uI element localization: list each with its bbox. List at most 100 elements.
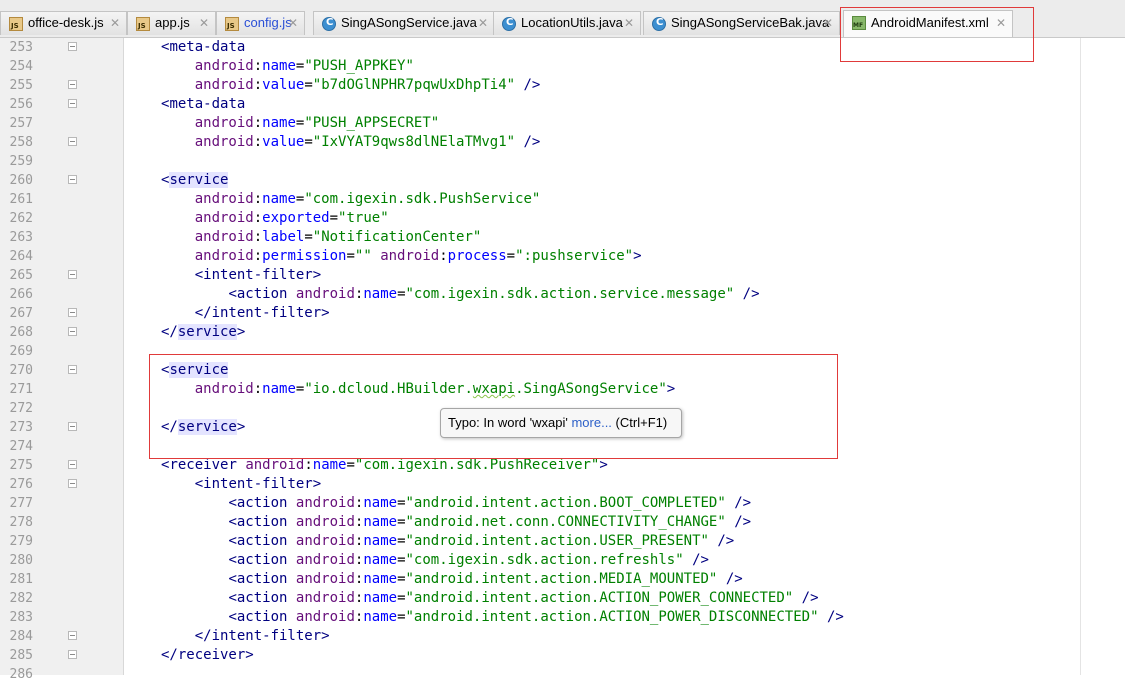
line-number: 270 — [9, 363, 33, 378]
code-line[interactable]: 284 </intent-filter> — [0, 627, 1125, 646]
fold-toggle-icon[interactable] — [68, 270, 77, 279]
close-tab-icon[interactable]: ✕ — [624, 12, 634, 34]
code-text: </receiver> — [161, 647, 254, 663]
code-text: <intent-filter> — [194, 476, 322, 492]
fold-end-icon[interactable] — [68, 80, 77, 89]
close-tab-icon[interactable]: ✕ — [823, 12, 833, 34]
code-line[interactable]: 265 <intent-filter> — [0, 266, 1125, 285]
line-number: 271 — [9, 382, 33, 397]
line-number: 278 — [9, 515, 33, 530]
code-line[interactable]: 257 android:name="PUSH_APPSECRET" — [0, 114, 1125, 133]
code-text: android:value="b7dOGlNPHR7pqwUxDhpTi4" /… — [194, 77, 541, 93]
line-number: 255 — [9, 78, 33, 93]
code-line[interactable]: 263 android:label="NotificationCenter" — [0, 228, 1125, 247]
tab-app-js[interactable]: app.js ✕ — [127, 11, 216, 35]
code-line[interactable]: 259 — [0, 152, 1125, 171]
code-line[interactable]: 278 <action android:name="android.net.co… — [0, 513, 1125, 532]
code-text: android:value="IxVYAT9qws8dlNElaTMvg1" /… — [194, 134, 541, 150]
line-number: 284 — [9, 629, 33, 644]
js-file-icon — [136, 17, 150, 31]
close-tab-icon[interactable]: ✕ — [110, 12, 120, 34]
code-line[interactable]: 260 <service — [0, 171, 1125, 190]
code-line[interactable]: 258 android:value="IxVYAT9qws8dlNElaTMvg… — [0, 133, 1125, 152]
fold-toggle-icon[interactable] — [68, 175, 77, 184]
tab-singasongservice-java[interactable]: SingASongService.java✕ — [313, 11, 495, 35]
code-line[interactable]: 268 </service> — [0, 323, 1125, 342]
code-line[interactable]: 280 <action android:name="com.igexin.sdk… — [0, 551, 1125, 570]
close-tab-icon[interactable]: ✕ — [199, 12, 209, 34]
close-tab-icon[interactable]: ✕ — [478, 12, 488, 34]
code-text: <action android:name="android.net.conn.C… — [228, 514, 752, 530]
code-text: android:permission="" android:process=":… — [194, 248, 642, 264]
line-number: 266 — [9, 287, 33, 302]
code-line[interactable]: 279 <action android:name="android.intent… — [0, 532, 1125, 551]
tab-label: config.js — [244, 15, 292, 30]
line-number: 279 — [9, 534, 33, 549]
java-class-icon — [652, 17, 666, 31]
line-number: 283 — [9, 610, 33, 625]
tab-label: SingASongService.java — [341, 15, 477, 30]
code-line[interactable]: 261 android:name="com.igexin.sdk.PushSer… — [0, 190, 1125, 209]
js-file-icon — [9, 17, 23, 31]
line-number: 268 — [9, 325, 33, 340]
line-number: 274 — [9, 439, 33, 454]
tab-label: LocationUtils.java — [521, 15, 623, 30]
fold-toggle-icon[interactable] — [68, 479, 77, 488]
line-number: 256 — [9, 97, 33, 112]
code-text: android:label="NotificationCenter" — [194, 229, 482, 245]
line-number: 281 — [9, 572, 33, 587]
fold-end-icon[interactable] — [68, 422, 77, 431]
fold-end-icon[interactable] — [68, 137, 77, 146]
code-line[interactable]: 264 android:permission="" android:proces… — [0, 247, 1125, 266]
active-tab-highlight-box — [840, 7, 1034, 62]
close-tab-icon[interactable]: ✕ — [288, 12, 298, 34]
code-line[interactable]: 256 <meta-data — [0, 95, 1125, 114]
code-line[interactable]: 281 <action android:name="android.intent… — [0, 570, 1125, 589]
tab-locationutils-java[interactable]: LocationUtils.java✕ — [493, 11, 641, 35]
fold-end-icon[interactable] — [68, 308, 77, 317]
code-line[interactable]: 266 <action android:name="com.igexin.sdk… — [0, 285, 1125, 304]
tab-config-js[interactable]: config.js✕ — [216, 11, 305, 35]
code-line[interactable]: 276 <intent-filter> — [0, 475, 1125, 494]
code-line[interactable]: 277 <action android:name="android.intent… — [0, 494, 1125, 513]
fold-toggle-icon[interactable] — [68, 460, 77, 469]
line-number: 254 — [9, 59, 33, 74]
line-number: 257 — [9, 116, 33, 131]
code-line[interactable]: 267 </intent-filter> — [0, 304, 1125, 323]
code-text: <action android:name="android.intent.act… — [228, 495, 752, 511]
code-text: </intent-filter> — [194, 628, 330, 644]
code-line[interactable]: 283 <action android:name="android.intent… — [0, 608, 1125, 627]
line-number: 261 — [9, 192, 33, 207]
js-file-icon — [225, 17, 239, 31]
tab-label: SingASongServiceBak.java — [671, 15, 830, 30]
fold-toggle-icon[interactable] — [68, 365, 77, 374]
tab-office-desk-js[interactable]: office-desk.js ✕ — [0, 11, 127, 35]
line-number: 272 — [9, 401, 33, 416]
line-number: 280 — [9, 553, 33, 568]
line-number: 275 — [9, 458, 33, 473]
code-line[interactable]: 282 <action android:name="android.intent… — [0, 589, 1125, 608]
tab-singasongservicebak-java[interactable]: SingASongServiceBak.java✕ — [643, 11, 840, 35]
line-number: 253 — [9, 40, 33, 55]
fold-end-icon[interactable] — [68, 327, 77, 336]
code-line[interactable]: 262 android:exported="true" — [0, 209, 1125, 228]
tooltip-more-link[interactable]: more... — [571, 415, 611, 430]
code-text: </service> — [161, 324, 246, 340]
line-number: 258 — [9, 135, 33, 150]
line-number: 282 — [9, 591, 33, 606]
code-line[interactable]: 285 </receiver> — [0, 646, 1125, 665]
tooltip-shortcut: (Ctrl+F1) — [611, 415, 668, 430]
code-text: android:name="PUSH_APPSECRET" — [194, 115, 440, 131]
fold-toggle-icon[interactable] — [68, 42, 77, 51]
fold-end-icon[interactable] — [68, 650, 77, 659]
line-number: 262 — [9, 211, 33, 226]
line-number: 273 — [9, 420, 33, 435]
fold-end-icon[interactable] — [68, 631, 77, 640]
fold-toggle-icon[interactable] — [68, 99, 77, 108]
code-text: </intent-filter> — [194, 305, 330, 321]
tab-label: app.js — [155, 15, 190, 30]
line-number: 260 — [9, 173, 33, 188]
code-text: <action android:name="android.intent.act… — [228, 571, 743, 587]
code-line[interactable]: 255 android:value="b7dOGlNPHR7pqwUxDhpTi… — [0, 76, 1125, 95]
code-text: android:name="com.igexin.sdk.PushService… — [194, 191, 541, 207]
